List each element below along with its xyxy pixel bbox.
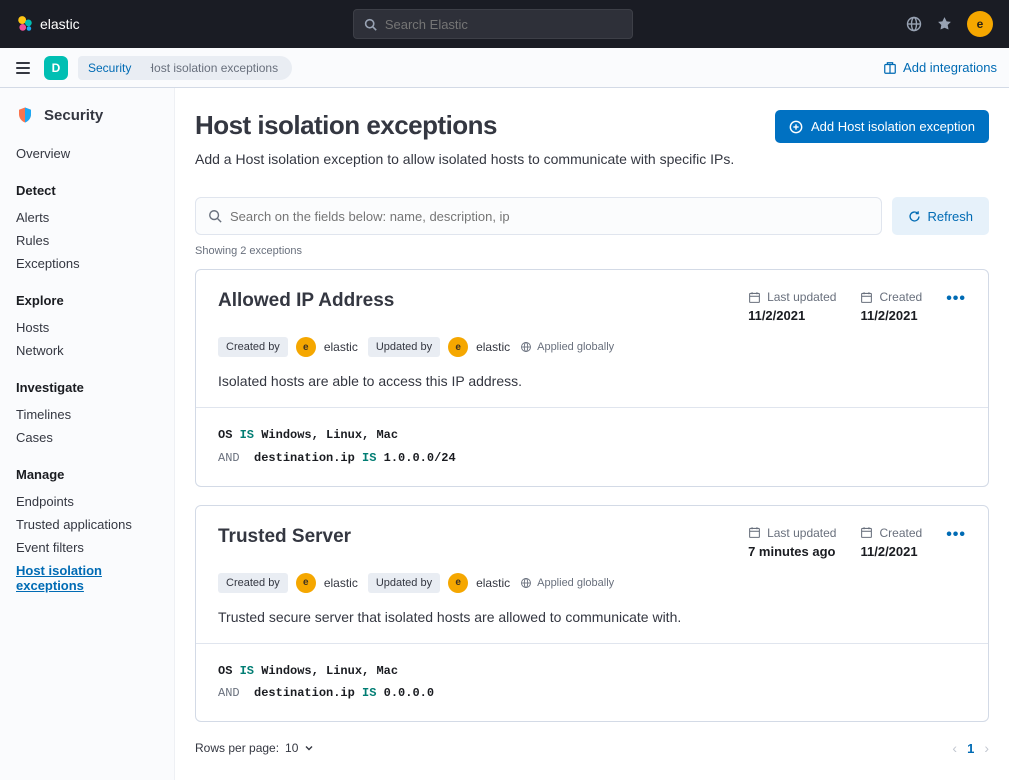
sidebar: Security Overview Detect AlertsRulesExcept… [0, 88, 175, 780]
avatar-icon: e [296, 573, 316, 593]
globe-icon [520, 577, 532, 589]
created-by-tag: Created byeelastic [218, 573, 358, 593]
sidebar-item[interactable]: Hosts [16, 316, 162, 339]
sidebar-section: Detect AlertsRulesExceptions [16, 183, 162, 275]
current-page[interactable]: 1 [967, 741, 974, 756]
main-content: Host isolation exceptions Add Host isola… [175, 88, 1009, 780]
condition-line: AND destination.ip IS 1.0.0.0/24 [218, 447, 966, 470]
created-by-tag: Created byeelastic [218, 337, 358, 357]
created-meta: Created11/2/2021 [860, 290, 922, 323]
page-title: Host isolation exceptions [195, 110, 497, 141]
exception-card: Allowed IP Address Last updated11/2/2021 C… [195, 269, 989, 487]
sidebar-item[interactable]: Rules [16, 229, 162, 252]
calendar-icon [748, 291, 761, 304]
card-actions-button[interactable]: ••• [946, 526, 966, 544]
sidebar-item[interactable]: Exceptions [16, 252, 162, 275]
updated-by-tag: Updated byeelastic [368, 573, 510, 593]
condition-line: OS IS Windows, Linux, Mac [218, 424, 966, 447]
avatar-icon: e [296, 337, 316, 357]
sidebar-item[interactable]: Endpoints [16, 490, 162, 513]
newsfeed-icon[interactable] [906, 16, 922, 32]
sidebar-item[interactable]: Trusted applications [16, 513, 162, 536]
global-search-input[interactable] [385, 17, 622, 32]
last-updated-meta: Last updated7 minutes ago [748, 526, 836, 559]
conditions-block: OS IS Windows, Linux, MacAND destination… [196, 644, 988, 722]
sidebar-title: Security [16, 106, 162, 124]
applied-globally-tag: Applied globally [520, 341, 614, 353]
page-subtitle: Add a Host isolation exception to allow … [195, 151, 989, 167]
condition-line: OS IS Windows, Linux, Mac [218, 660, 966, 683]
plus-circle-icon [789, 120, 803, 134]
sidebar-item[interactable]: Event filters [16, 536, 162, 559]
space-badge[interactable]: D [44, 56, 68, 80]
brand-text: elastic [40, 16, 80, 32]
sidebar-item[interactable]: Overview [16, 142, 162, 165]
condition-line: AND destination.ip IS 0.0.0.0 [218, 682, 966, 705]
field-search-input[interactable] [230, 209, 869, 224]
elastic-logo-icon [16, 15, 34, 33]
sidebar-item[interactable]: Network [16, 339, 162, 362]
last-updated-meta: Last updated11/2/2021 [748, 290, 836, 323]
calendar-icon [860, 291, 873, 304]
user-avatar[interactable]: e [967, 11, 993, 37]
prev-page-button[interactable]: ‹ [952, 740, 957, 756]
avatar-icon: e [448, 337, 468, 357]
exception-description: Isolated hosts are able to access this I… [218, 373, 966, 389]
calendar-icon [748, 526, 761, 539]
breadcrumb-item: Host isolation exceptions [135, 56, 292, 80]
sidebar-section: Manage EndpointsTrusted applicationsEvent… [16, 467, 162, 597]
exception-title: Allowed IP Address [218, 290, 394, 312]
calendar-icon [860, 526, 873, 539]
card-actions-button[interactable]: ••• [946, 290, 966, 308]
sidebar-item[interactable]: Alerts [16, 206, 162, 229]
conditions-block: OS IS Windows, Linux, MacAND destination… [196, 408, 988, 486]
refresh-button[interactable]: Refresh [892, 197, 989, 235]
results-count: Showing 2 exceptions [195, 245, 989, 257]
search-icon [364, 18, 377, 31]
refresh-icon [908, 210, 921, 223]
breadcrumb: Security Host isolation exceptions [78, 56, 292, 80]
rows-per-page-selector[interactable]: Rows per page: 10 [195, 741, 314, 755]
next-page-button[interactable]: › [984, 740, 989, 756]
sidebar-item[interactable]: Host isolation exceptions [16, 559, 162, 597]
security-shield-icon [16, 106, 34, 124]
breadcrumb-item[interactable]: Security [78, 56, 143, 80]
avatar-icon: e [448, 573, 468, 593]
chevron-down-icon [304, 743, 314, 753]
sidebar-item[interactable]: Cases [16, 426, 162, 449]
exception-title: Trusted Server [218, 526, 351, 548]
sidebar-item[interactable]: Timelines [16, 403, 162, 426]
globe-icon [520, 341, 532, 353]
secondary-bar: D Security Host isolation exceptions Add… [0, 48, 1009, 88]
top-header: elastic e [0, 0, 1009, 48]
created-meta: Created11/2/2021 [860, 526, 922, 559]
updated-by-tag: Updated byeelastic [368, 337, 510, 357]
search-icon [208, 209, 222, 223]
elastic-logo[interactable]: elastic [16, 15, 80, 33]
add-integrations-link[interactable]: Add integrations [883, 60, 997, 75]
sidebar-section-label: Manage [16, 467, 162, 482]
help-icon[interactable] [936, 16, 953, 33]
exception-card: Trusted Server Last updated7 minutes ago C… [195, 505, 989, 723]
exception-description: Trusted secure server that isolated host… [218, 609, 966, 625]
pager: ‹ 1 › [952, 740, 989, 756]
sidebar-section: Overview [16, 142, 162, 165]
package-icon [883, 61, 897, 75]
sidebar-section-label: Investigate [16, 380, 162, 395]
applied-globally-tag: Applied globally [520, 577, 614, 589]
sidebar-section-label: Explore [16, 293, 162, 308]
nav-toggle-icon[interactable] [12, 58, 34, 78]
add-exception-button[interactable]: Add Host isolation exception [775, 110, 989, 143]
global-search[interactable] [353, 9, 633, 39]
sidebar-section: Investigate TimelinesCases [16, 380, 162, 449]
field-search[interactable] [195, 197, 882, 235]
sidebar-section-label: Detect [16, 183, 162, 198]
sidebar-section: Explore HostsNetwork [16, 293, 162, 362]
